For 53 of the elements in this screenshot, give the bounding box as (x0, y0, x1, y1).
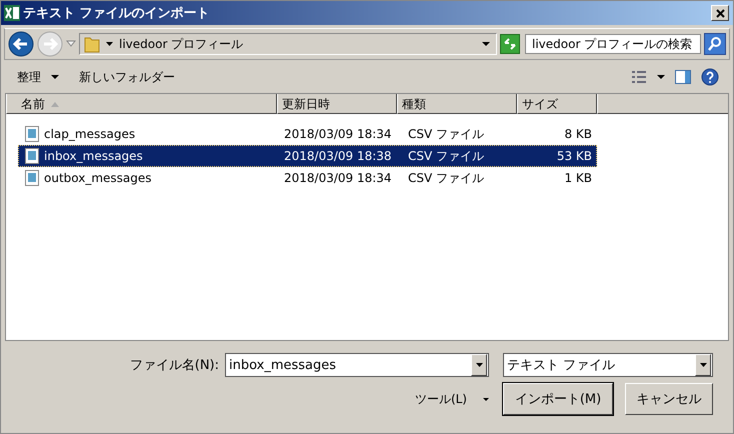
caret-icon[interactable] (483, 398, 489, 400)
file-type-dropdown[interactable]: テキスト ファイル (503, 353, 713, 377)
spreadsheet-app-icon (4, 5, 20, 21)
refresh-button[interactable] (500, 34, 520, 54)
caret-icon[interactable] (482, 42, 490, 46)
file-size: 1 KB (563, 171, 593, 185)
preview-pane-icon[interactable] (675, 70, 691, 84)
file-row[interactable]: outbox_messages 2018/03/09 18:34 CSV ファイル 1 KB (18, 167, 597, 189)
new-folder-button[interactable]: 新しいフォルダー (79, 68, 175, 86)
file-size: 53 KB (556, 149, 593, 163)
search-button[interactable] (704, 33, 726, 55)
import-button[interactable]: インポート(M) (503, 383, 613, 415)
back-button[interactable] (8, 31, 34, 57)
caret-icon[interactable] (51, 75, 59, 79)
close-icon (716, 8, 724, 18)
column-header[interactable]: 更新日時 (277, 94, 397, 114)
caret-icon[interactable] (657, 75, 665, 79)
file-icon (25, 126, 39, 142)
file-type: CSV ファイル (407, 170, 486, 186)
folder-icon (84, 35, 100, 53)
sort-arrow-icon (51, 102, 59, 107)
organize-menu[interactable]: 整理 (17, 68, 41, 86)
address-bar[interactable]: livedoor プロフィール (79, 33, 497, 55)
modified-date: 2018/03/09 18:34 (283, 171, 393, 185)
file-icon (25, 148, 39, 164)
filename-field[interactable]: inbox_messages (225, 353, 489, 377)
help-icon[interactable] (701, 68, 719, 86)
filename-label: ファイル名(N): (130, 357, 219, 374)
window-title: テキスト ファイルのインポート (23, 5, 211, 22)
search-field[interactable]: livedoor プロフィールの検索 (525, 34, 701, 54)
path-text: livedoor プロフィール (119, 36, 244, 52)
file-name: clap_messages (44, 127, 136, 141)
modified-date: 2018/03/09 18:38 (283, 149, 393, 163)
file-icon (25, 170, 39, 186)
file-type: CSV ファイル (407, 148, 486, 164)
close-button[interactable] (711, 5, 729, 21)
file-row[interactable]: inbox_messages 2018/03/09 18:38 CSV ファイル 53 KB (18, 145, 597, 167)
file-name: outbox_messages (44, 171, 152, 185)
caret-icon (476, 363, 482, 367)
view-list-icon[interactable] (631, 70, 647, 84)
file-size: 8 KB (563, 127, 593, 141)
modified-date: 2018/03/09 18:34 (283, 127, 393, 141)
file-type: CSV ファイル (407, 126, 486, 142)
file-name: inbox_messages (44, 149, 143, 163)
history-caret-icon[interactable] (66, 40, 76, 48)
column-header[interactable]: サイズ (517, 94, 597, 114)
column-header[interactable]: 名前 (6, 94, 277, 114)
tools-menu[interactable]: ツール(L) (414, 390, 467, 408)
column-header[interactable]: 種類 (397, 94, 517, 114)
caret-icon (700, 363, 706, 367)
caret-icon (106, 42, 113, 46)
cancel-button[interactable]: キャンセル (625, 383, 713, 415)
file-row[interactable]: clap_messages 2018/03/09 18:34 CSV ファイル 8 KB (18, 123, 597, 145)
